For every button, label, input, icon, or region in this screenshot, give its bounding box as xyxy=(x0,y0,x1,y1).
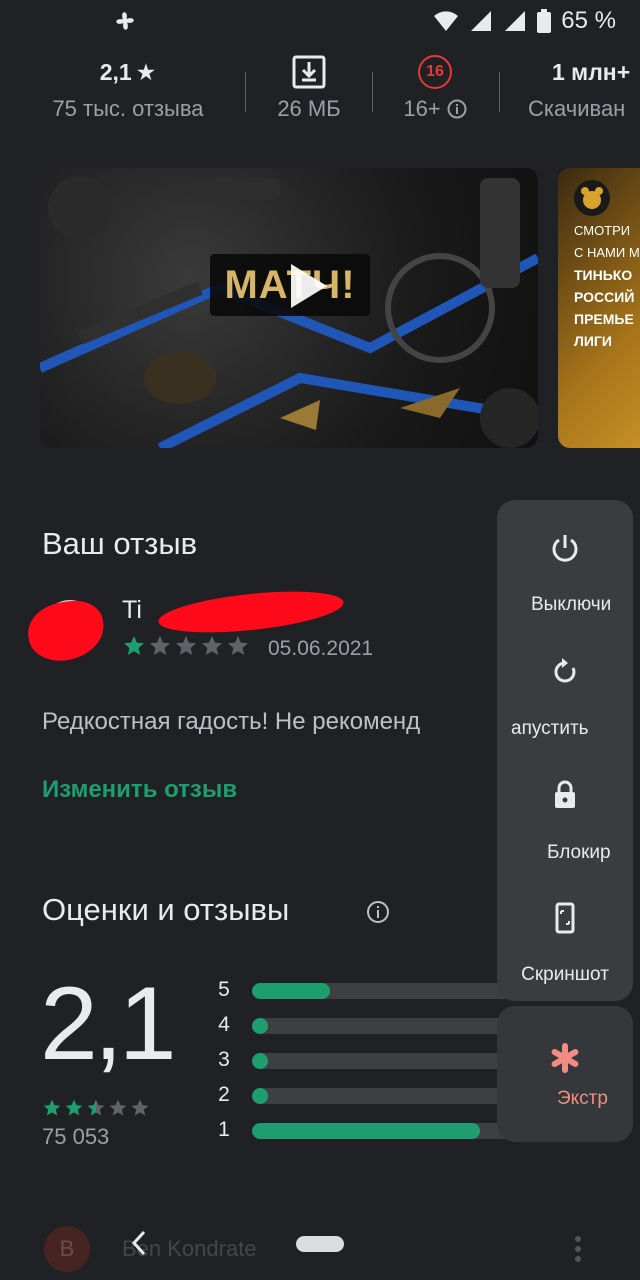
histogram-row: 4 xyxy=(212,1013,552,1037)
battery-percent: 65 % xyxy=(561,7,616,34)
battery-icon xyxy=(537,9,552,33)
total-ratings: 75 053 xyxy=(42,1124,110,1149)
star-icon xyxy=(131,1099,149,1116)
edit-review-link[interactable]: Изменить отзыв xyxy=(42,776,237,804)
power-off-button[interactable]: Выключи xyxy=(497,524,633,634)
age-rating-badge: 16 xyxy=(418,55,452,89)
stat-rating[interactable]: 2,1 ★ 75 тыс. отзыва xyxy=(38,52,218,122)
histogram-bar xyxy=(252,1088,268,1104)
reviews-count: 75 тыс. отзыва xyxy=(52,96,204,121)
histogram-row: 3 xyxy=(212,1048,552,1072)
star-icon xyxy=(124,636,144,655)
average-stars xyxy=(42,1098,150,1118)
info-icon xyxy=(447,99,467,119)
divider xyxy=(245,72,246,112)
reviewer-name: Ti xyxy=(122,596,142,624)
power-menu: Выключи апустить Блокир Скриншот xyxy=(497,500,633,1001)
divider xyxy=(372,72,373,112)
divider xyxy=(499,72,500,112)
redaction-mark xyxy=(24,596,108,666)
status-bar: 65 % xyxy=(0,0,640,44)
histogram-row: 1 xyxy=(212,1118,552,1142)
wifi-icon xyxy=(434,11,459,31)
bottom-area: B Ben Kondrate xyxy=(0,1204,640,1280)
back-icon[interactable] xyxy=(128,1228,150,1258)
redaction-mark xyxy=(156,584,346,640)
signal-icon xyxy=(471,11,492,31)
installs-label: Скачиван xyxy=(528,96,626,121)
bear-logo-icon xyxy=(574,180,610,216)
histogram-row: 2 xyxy=(212,1083,552,1107)
age-rating: 16+ xyxy=(403,96,441,121)
histogram-bar xyxy=(252,1018,268,1034)
play-icon[interactable] xyxy=(277,256,337,316)
home-pill[interactable] xyxy=(296,1236,344,1252)
reviewer-avatar: B xyxy=(44,1226,90,1272)
promo-screenshot[interactable]: СМОТРИ С НАМИ М ТИНЬКО РОССИЙ ПРЕМЬЕ ЛИГ… xyxy=(558,168,640,448)
installs-count: 1 млн+ xyxy=(552,58,631,85)
histogram-bar xyxy=(252,983,330,999)
star-icon xyxy=(65,1099,83,1116)
screenshot-icon xyxy=(555,902,575,934)
star-icon xyxy=(202,636,222,655)
histogram-bar xyxy=(252,1053,268,1069)
more-vert-icon[interactable] xyxy=(570,1234,586,1264)
star-icon xyxy=(43,1099,61,1116)
restart-button[interactable]: апустить xyxy=(497,648,633,758)
star-icon xyxy=(109,1099,127,1116)
histogram-row: 5 xyxy=(212,978,552,1002)
stat-age[interactable]: 16 16+ xyxy=(388,52,482,122)
star-icon xyxy=(150,636,170,655)
emergency-button[interactable]: Экстр xyxy=(497,1006,633,1142)
histogram-label: 5 xyxy=(218,978,230,1001)
video-screenshot[interactable]: МАТЧ! xyxy=(40,168,538,448)
stat-size: 26 МБ xyxy=(262,52,356,122)
histogram-label: 1 xyxy=(218,1118,230,1141)
star-icon xyxy=(228,636,248,655)
star-icon xyxy=(87,1099,105,1116)
restart-icon xyxy=(554,658,576,683)
promo-text: СМОТРИ С НАМИ М ТИНЬКО РОССИЙ ПРЕМЬЕ ЛИГ… xyxy=(574,223,640,349)
lock-icon xyxy=(555,780,575,808)
review-text: Редкостная гадость! Не рекоменд xyxy=(42,708,421,735)
ratings-title[interactable]: Оценки и отзывы xyxy=(42,892,289,928)
star-icon xyxy=(176,636,196,655)
screenshots-carousel[interactable]: МАТЧ! СМОТРИ С НАМИ М ТИНЬКО РОССИЙ ПРЕМ… xyxy=(0,168,640,448)
stat-installs: 1 млн+ Скачиван xyxy=(524,52,640,122)
review-date: 05.06.2021 xyxy=(268,637,374,660)
emergency-asterisk-icon xyxy=(551,1043,579,1073)
pinwheel-icon xyxy=(116,12,134,30)
histogram-bar xyxy=(252,1123,480,1139)
your-review-title: Ваш отзыв xyxy=(42,526,198,561)
histogram-label: 2 xyxy=(218,1083,230,1106)
lockdown-button[interactable]: Блокир xyxy=(497,772,633,882)
histogram-label: 3 xyxy=(218,1048,230,1071)
info-icon[interactable] xyxy=(366,900,390,924)
average-rating: 2,1 xyxy=(40,966,177,1082)
app-size: 26 МБ xyxy=(277,96,341,121)
signal-icon-2 xyxy=(505,11,526,31)
power-icon xyxy=(552,535,578,562)
review-stars xyxy=(122,634,250,658)
rating-value: 2,1 xyxy=(99,58,132,85)
screenshot-button[interactable]: Скриншот xyxy=(497,894,633,1001)
star-icon: ★ xyxy=(135,58,157,85)
histogram-label: 4 xyxy=(218,1013,230,1036)
download-icon xyxy=(292,55,326,89)
app-stats-row: 2,1 ★ 75 тыс. отзыва 26 МБ 16 16+ 1 млн+ … xyxy=(0,52,640,132)
